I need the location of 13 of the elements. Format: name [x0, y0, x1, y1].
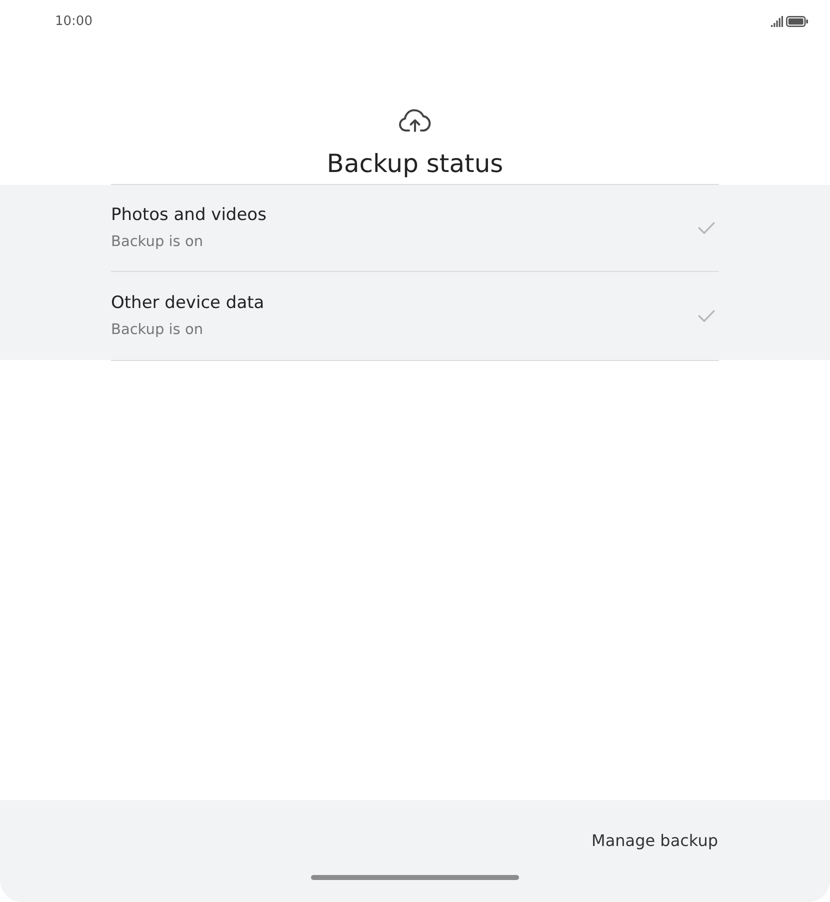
item-title: Other device data: [111, 293, 264, 313]
manage-backup-button[interactable]: Manage backup: [592, 829, 718, 852]
page-title: Backup status: [326, 149, 504, 180]
item-title: Photos and videos: [111, 205, 266, 225]
battery-icon: [786, 16, 808, 26]
cloud-upload-icon: [398, 108, 432, 132]
backup-item[interactable]: Photos and videos Backup is on: [0, 184, 830, 272]
backup-item[interactable]: Other device data Backup is on: [0, 272, 830, 361]
item-status: Backup is on: [111, 321, 204, 339]
home-indicator[interactable]: [311, 875, 519, 880]
status-time: 10:00: [55, 14, 92, 28]
signal-icon: [771, 16, 783, 26]
item-status: Backup is on: [111, 233, 204, 251]
